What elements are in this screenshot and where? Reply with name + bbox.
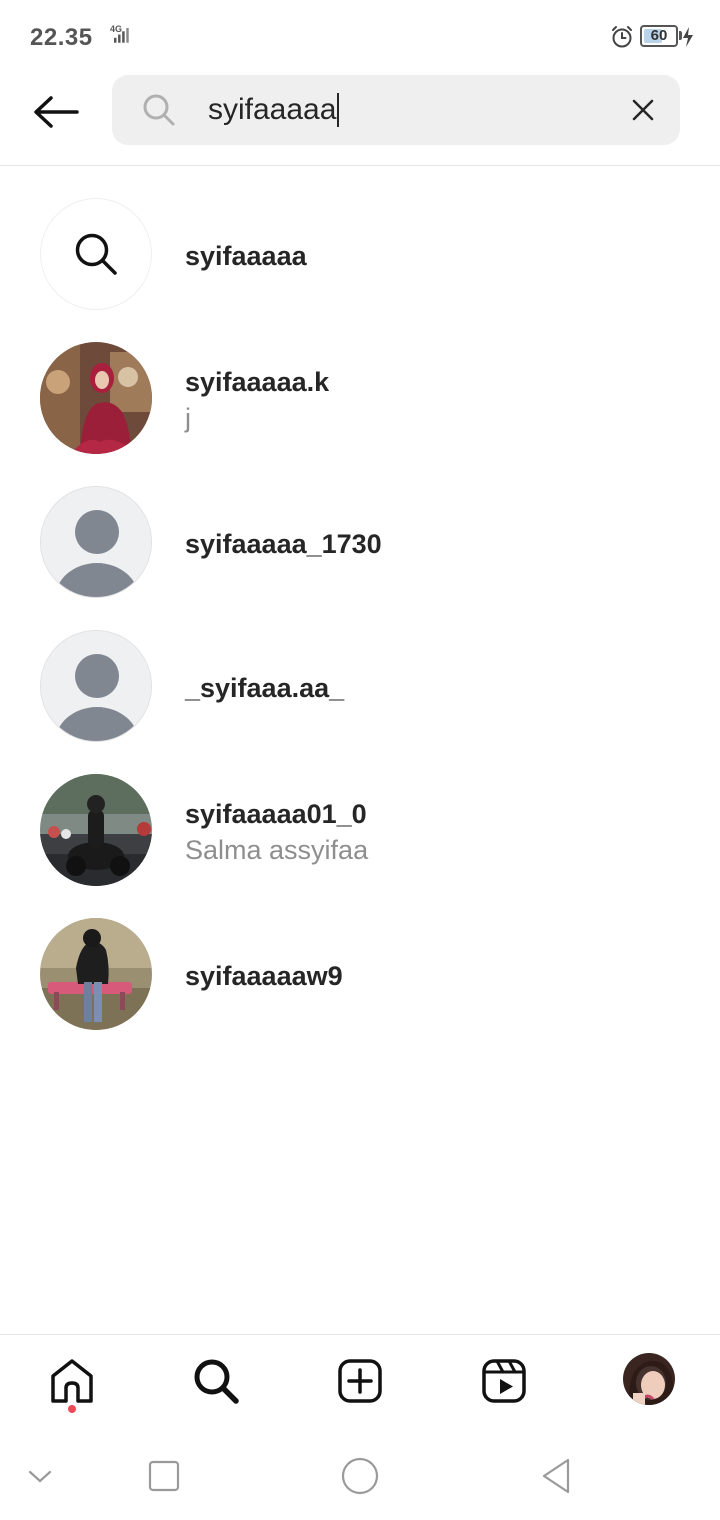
battery-indicator: 60: [640, 25, 678, 47]
profile-photo: [40, 774, 152, 886]
system-recents-button[interactable]: [140, 1452, 188, 1500]
search-icon: [194, 1359, 239, 1404]
back-triangle-icon: [542, 1458, 570, 1494]
alarm-icon: [612, 26, 632, 48]
reels-icon: [482, 1359, 526, 1403]
result-subtitle: j: [185, 403, 191, 433]
nav-home[interactable]: [40, 1349, 104, 1413]
system-home-button[interactable]: [336, 1452, 384, 1500]
chevron-down-icon: [28, 1470, 52, 1483]
back-button[interactable]: [28, 88, 84, 136]
account-row[interactable]: syifaaaaa.k j: [0, 328, 720, 472]
search-icon: [75, 233, 117, 275]
avatar: [40, 342, 152, 454]
system-back-button[interactable]: [532, 1452, 580, 1500]
avatar: [40, 486, 152, 598]
result-subtitle: Salma assyifaa: [185, 835, 369, 865]
account-row[interactable]: syifaaaaaw9: [0, 904, 720, 1048]
nav-search[interactable]: [184, 1349, 248, 1413]
signal-icon: [114, 28, 129, 43]
search-input[interactable]: syifaaaaa: [208, 93, 340, 127]
account-row[interactable]: syifaaaaa_1730: [0, 472, 720, 616]
nav-reels[interactable]: [472, 1349, 536, 1413]
result-username: _syifaaa.aa_: [185, 673, 345, 703]
search-icon: [143, 94, 175, 126]
status-bar: 22.35 4G 60: [0, 0, 720, 70]
keyword-suggestion-row[interactable]: syifaaaaa: [0, 184, 720, 328]
text-cursor: [337, 93, 340, 127]
profile-photo: [40, 918, 152, 1030]
search-query: syifaaaaa: [208, 93, 337, 126]
avatar: [40, 774, 152, 886]
result-username: syifaaaaa01_0: [185, 799, 367, 829]
nav-create[interactable]: [328, 1349, 392, 1413]
home-icon: [51, 1359, 93, 1403]
recents-square-icon: [148, 1460, 180, 1492]
status-time: 22.35: [30, 24, 93, 51]
system-hide-button[interactable]: [16, 1452, 64, 1500]
close-icon[interactable]: [628, 95, 658, 125]
charging-icon: [683, 27, 693, 47]
result-username: syifaaaaa.k: [185, 367, 330, 397]
result-username: syifaaaaaw9: [185, 961, 343, 991]
arrow-left-icon: [34, 96, 79, 128]
result-username: syifaaaaa_1730: [185, 529, 382, 559]
default-avatar-icon: [41, 487, 151, 597]
keyword-avatar: [40, 198, 152, 310]
create-post-icon: [338, 1359, 382, 1403]
profile-avatar: [623, 1353, 675, 1405]
result-username: syifaaaaa: [185, 241, 307, 271]
search-field[interactable]: syifaaaaa: [112, 75, 680, 145]
account-row[interactable]: _syifaaa.aa_: [0, 616, 720, 760]
account-row[interactable]: syifaaaaa01_0 Salma assyifaa: [0, 760, 720, 904]
battery-level: 60: [650, 27, 668, 44]
default-avatar-icon: [41, 631, 151, 741]
notification-dot: [68, 1405, 76, 1413]
home-circle-icon: [341, 1457, 379, 1495]
avatar: [40, 630, 152, 742]
system-navigation-bar: [0, 1430, 720, 1520]
search-results-list: syifaaaaa syifaaaaa.k j syifaaaaa_1730 _…: [0, 184, 720, 1048]
bottom-navigation: [0, 1334, 720, 1430]
avatar: [40, 918, 152, 1030]
search-header: syifaaaaa: [0, 70, 720, 166]
profile-photo: [40, 342, 152, 454]
nav-profile[interactable]: [623, 1353, 675, 1405]
